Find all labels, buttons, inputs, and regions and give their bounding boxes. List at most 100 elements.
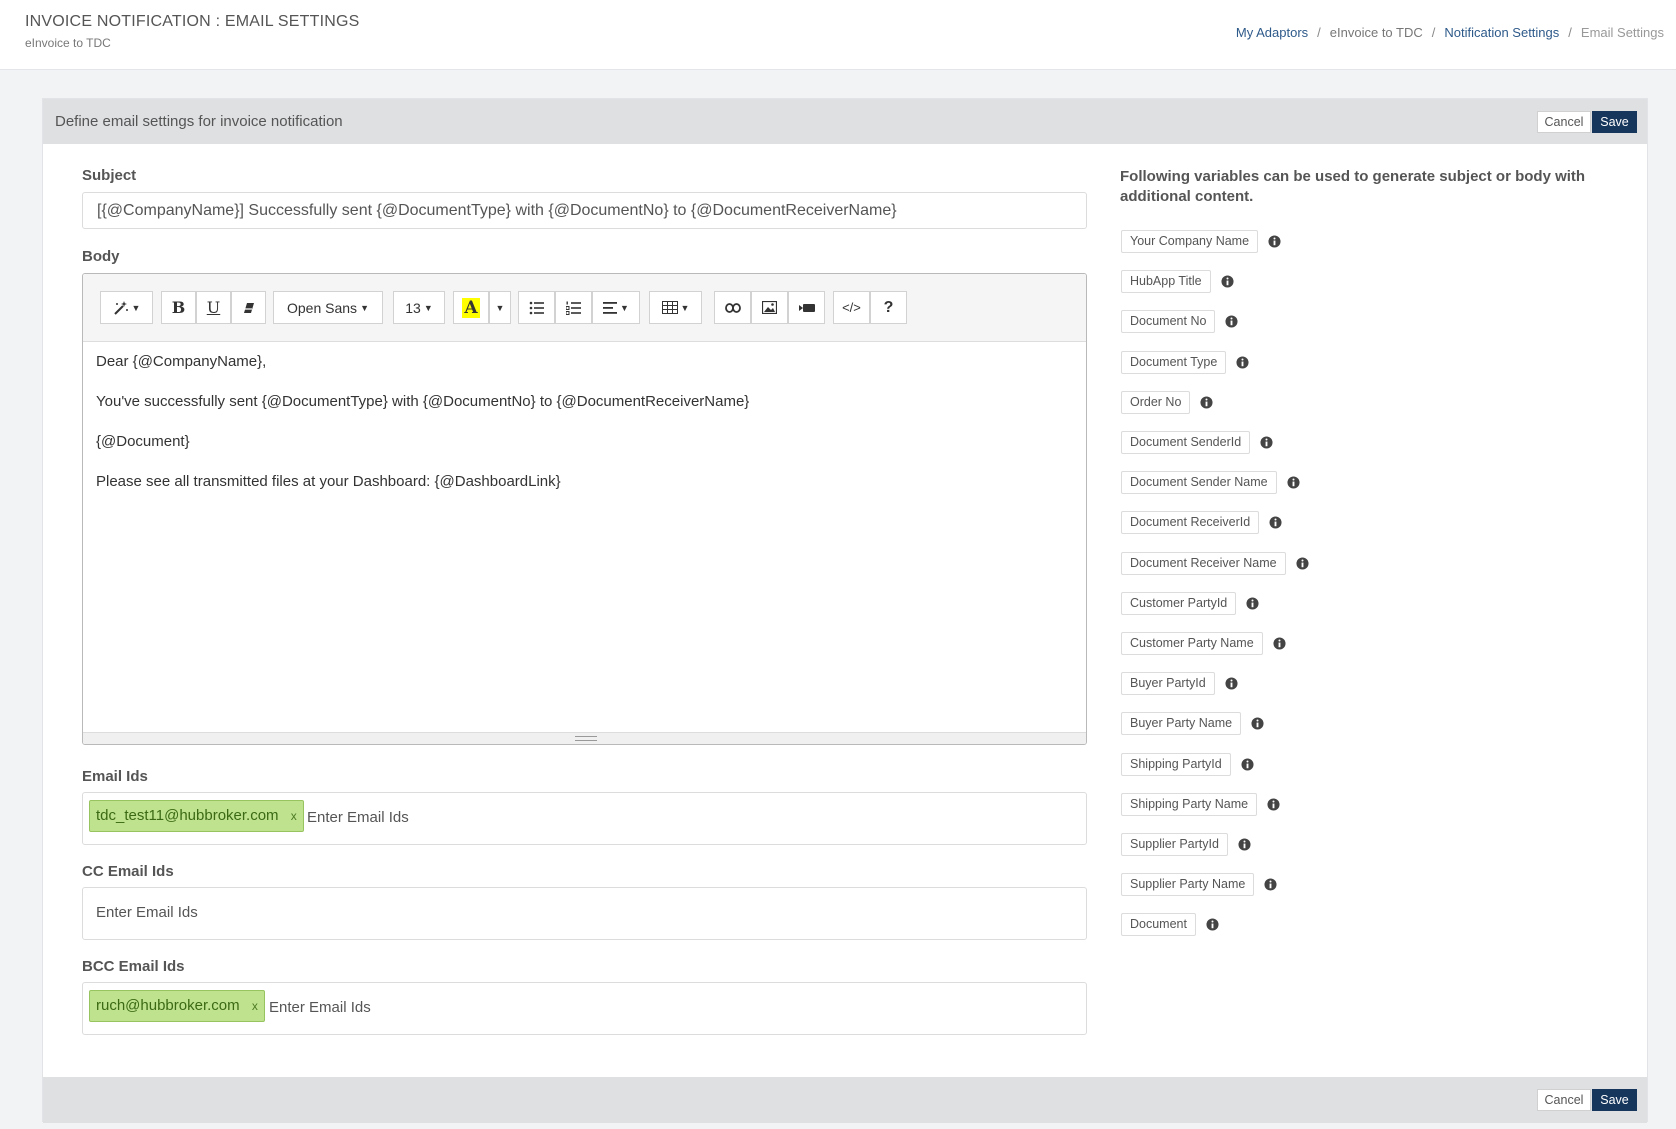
footer-cancel-button[interactable]: Cancel (1537, 1089, 1591, 1111)
variable-chip[interactable]: Document Receiver Name (1121, 551, 1286, 575)
variable-chip[interactable]: Shipping Party Name (1121, 792, 1258, 816)
insert-picture-button[interactable] (751, 291, 788, 324)
help-button[interactable]: ? (870, 291, 907, 324)
editor-resize-handle[interactable] (83, 732, 1086, 744)
breadcrumb-separator: / (1317, 25, 1321, 40)
style-magic-button[interactable]: ▼ (100, 291, 153, 324)
variable-chip[interactable]: Order No (1121, 390, 1191, 414)
eraser-icon (243, 302, 254, 313)
font-size-dropdown[interactable]: 13 ▼ (393, 291, 445, 324)
clear-format-button[interactable] (231, 291, 266, 324)
info-icon[interactable] (1287, 475, 1300, 489)
variable-chip[interactable]: Customer Party Name (1121, 631, 1263, 655)
info-icon[interactable] (1268, 234, 1281, 248)
variable-item: Supplier PartyId (1121, 832, 1251, 856)
bcc-email-ids-input[interactable] (269, 994, 969, 1020)
email-ids-input[interactable] (307, 804, 1007, 830)
variable-chip[interactable]: Document Sender Name (1121, 470, 1277, 494)
magic-wand-icon (113, 300, 128, 315)
panel-title: Define email settings for invoice notifi… (55, 113, 343, 130)
info-icon[interactable] (1225, 676, 1238, 690)
variable-chip[interactable]: Shipping PartyId (1121, 752, 1231, 776)
text-color-icon: A (462, 297, 480, 318)
bold-button[interactable]: B (161, 291, 196, 324)
footer-save-button[interactable]: Save (1592, 1089, 1637, 1111)
editor-content[interactable]: Dear {@CompanyName}, You've successfully… (83, 342, 1086, 734)
chevron-down-icon: ▼ (680, 302, 690, 313)
breadcrumb-my-adaptors[interactable]: My Adaptors (1236, 25, 1308, 40)
info-icon[interactable] (1206, 917, 1219, 931)
body-label: Body (82, 248, 120, 265)
info-icon[interactable] (1267, 797, 1280, 811)
variable-item: Customer PartyId (1121, 591, 1259, 615)
text-color-button[interactable]: A (453, 291, 489, 324)
variable-chip[interactable]: Buyer PartyId (1121, 671, 1215, 695)
chevron-down-icon: ▼ (620, 302, 629, 313)
chevron-down-icon: ▼ (423, 302, 433, 313)
variable-item: Document (1121, 912, 1219, 936)
bcc-email-ids-label: BCC Email Ids (82, 958, 185, 975)
variable-item: Customer Party Name (1121, 631, 1286, 655)
text-color-dropdown[interactable]: ▼ (489, 291, 511, 324)
variable-chip[interactable]: Your Company Name (1121, 229, 1259, 253)
info-icon[interactable] (1200, 395, 1213, 409)
variable-chip[interactable]: Document No (1121, 309, 1216, 333)
remove-tag-icon[interactable]: x (291, 809, 297, 823)
page-title: INVOICE NOTIFICATION : EMAIL SETTINGS (25, 13, 360, 30)
body-line-document: {@Document} (96, 433, 190, 450)
variable-chip[interactable]: Supplier PartyId (1121, 832, 1228, 856)
top-header: INVOICE NOTIFICATION : EMAIL SETTINGS eI… (0, 0, 1676, 70)
info-icon[interactable] (1269, 515, 1282, 529)
breadcrumb-separator: / (1431, 25, 1436, 40)
bcc-email-tag-label: ruch@hubbroker.com (96, 997, 240, 1014)
variable-item: Buyer Party Name (1121, 711, 1264, 735)
insert-video-button[interactable] (788, 291, 825, 324)
variable-item: Supplier Party Name (1121, 872, 1277, 896)
info-icon[interactable] (1241, 757, 1254, 771)
body-editor: ▼ B U Open Sans ▼ 13 ▼ A ▼ ▼ ▼ </> ? Dea… (82, 273, 1087, 745)
variable-chip[interactable]: HubApp Title (1121, 269, 1211, 293)
variable-chip[interactable]: Customer PartyId (1121, 591, 1237, 615)
subject-input[interactable] (82, 192, 1087, 229)
variable-chip[interactable]: Supplier Party Name (1121, 872, 1255, 896)
info-icon[interactable] (1221, 274, 1234, 288)
chevron-down-icon: ▼ (360, 302, 369, 313)
cc-email-ids-field[interactable] (82, 887, 1087, 940)
chevron-down-icon: ▼ (131, 302, 141, 313)
email-ids-field[interactable]: tdc_test11@hubbroker.com x (82, 792, 1087, 845)
remove-tag-icon[interactable]: x (252, 999, 258, 1013)
cancel-button[interactable]: Cancel (1537, 111, 1591, 133)
font-family-dropdown[interactable]: Open Sans ▼ (273, 291, 383, 324)
info-icon[interactable] (1260, 435, 1273, 449)
cc-email-ids-input[interactable] (96, 899, 996, 925)
info-icon[interactable] (1246, 596, 1259, 610)
variable-chip[interactable]: Document ReceiverId (1121, 510, 1260, 534)
info-icon[interactable] (1225, 314, 1238, 328)
variable-chip[interactable]: Document SenderId (1121, 430, 1251, 454)
table-dropdown[interactable]: ▼ (649, 291, 702, 324)
save-button[interactable]: Save (1592, 111, 1637, 133)
info-icon[interactable] (1238, 837, 1251, 851)
breadcrumb-adaptor: eInvoice to TDC (1329, 25, 1423, 40)
variable-chip[interactable]: Document Type (1121, 350, 1227, 374)
info-icon[interactable] (1273, 636, 1286, 650)
ordered-list-button[interactable] (555, 291, 592, 324)
info-icon[interactable] (1264, 877, 1277, 891)
bcc-email-ids-field[interactable]: ruch@hubbroker.com x (82, 982, 1087, 1035)
breadcrumb-notification-settings[interactable]: Notification Settings (1444, 25, 1559, 40)
underline-button[interactable]: U (196, 291, 231, 324)
font-size-value: 13 (405, 299, 421, 316)
variable-item: Document ReceiverId (1121, 510, 1282, 534)
info-icon[interactable] (1251, 716, 1264, 730)
body-line-sent: You've successfully sent {@DocumentType}… (96, 393, 750, 410)
email-tag-label: tdc_test11@hubbroker.com (96, 807, 279, 824)
code-view-button[interactable]: </> (833, 291, 870, 324)
resize-grip-icon (575, 736, 597, 741)
variable-chip[interactable]: Document (1121, 912, 1196, 936)
paragraph-align-dropdown[interactable]: ▼ (592, 291, 640, 324)
info-icon[interactable] (1236, 355, 1249, 369)
info-icon[interactable] (1296, 556, 1309, 570)
unordered-list-button[interactable] (518, 291, 555, 324)
insert-link-button[interactable] (714, 291, 751, 324)
variable-chip[interactable]: Buyer Party Name (1121, 711, 1242, 735)
